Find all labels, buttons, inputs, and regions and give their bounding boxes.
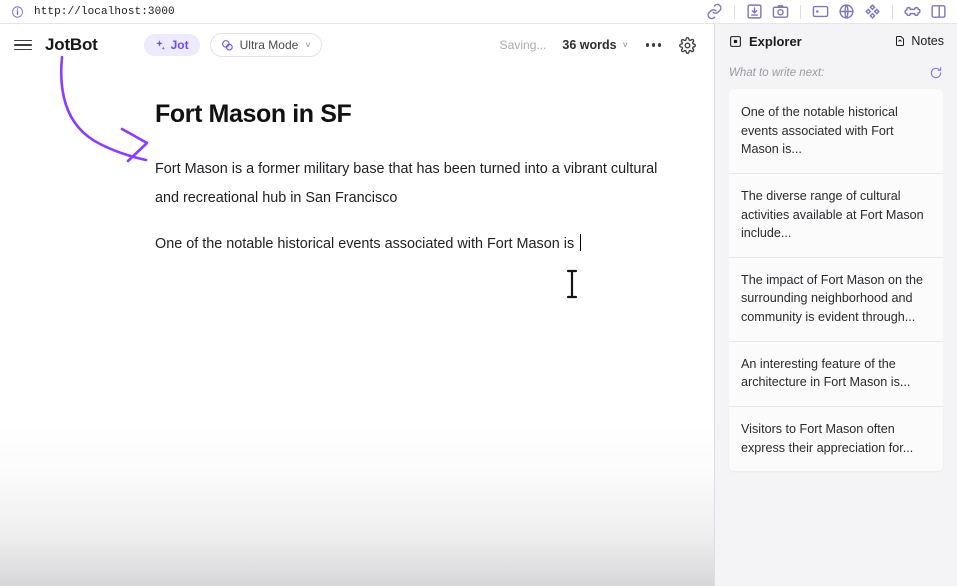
paragraph-2-text: One of the notable historical events ass… (155, 236, 579, 253)
explorer-header: Explorer Notes (715, 24, 957, 58)
mouse-ibeam-cursor (565, 268, 579, 300)
divider (734, 4, 735, 19)
word-count-button[interactable]: 36 words ˅ (562, 38, 627, 52)
window-icon[interactable] (812, 3, 829, 20)
jot-button[interactable]: Jot (143, 34, 200, 56)
sparkle-icon (153, 39, 166, 52)
list-item[interactable]: The diverse range of cultural activities… (729, 173, 943, 258)
url-text[interactable]: http://localhost:3000 (34, 6, 175, 18)
puzzle-icon[interactable] (904, 3, 921, 20)
list-item[interactable]: Visitors to Fort Mason often express the… (729, 406, 943, 472)
document-paragraph-1[interactable]: Fort Mason is a former military base tha… (155, 155, 658, 212)
document-editor[interactable]: Fort Mason in SF Fort Mason is a former … (0, 66, 714, 259)
browser-toolbar: ⓘ http://localhost:3000 (0, 0, 957, 24)
text-caret (580, 234, 582, 252)
app-shell: JotBot Jot Ultra Mode ˅ Saving... 36 wor… (0, 24, 957, 586)
ultra-mode-label: Ultra Mode (239, 38, 299, 52)
document-title[interactable]: Fort Mason in SF (155, 100, 658, 129)
ultra-mode-button[interactable]: Ultra Mode ˅ (209, 33, 322, 57)
app-header: JotBot Jot Ultra Mode ˅ Saving... 36 wor… (0, 24, 714, 66)
list-item[interactable]: One of the notable historical events ass… (729, 89, 943, 174)
info-icon[interactable]: ⓘ (11, 5, 24, 19)
saving-status: Saving... (499, 38, 547, 52)
header-right-group: Saving... 36 words ˅ (499, 36, 696, 54)
extension-icon-group (706, 3, 957, 20)
list-item[interactable]: An interesting feature of the architectu… (729, 341, 943, 407)
brand-logo[interactable]: JotBot (45, 35, 98, 55)
mode-button-group: Jot Ultra Mode ˅ (143, 33, 322, 57)
editor-pane: JotBot Jot Ultra Mode ˅ Saving... 36 wor… (0, 24, 714, 586)
document-paragraph-2[interactable]: One of the notable historical events ass… (155, 230, 658, 259)
ellipsis-icon[interactable] (644, 39, 663, 50)
explorer-title: Explorer (749, 33, 802, 49)
shapes-icon (221, 39, 234, 52)
hamburger-menu-icon[interactable] (14, 36, 32, 54)
explorer-panel-icon (729, 35, 742, 48)
suggestions-subheader: What to write next: (715, 58, 957, 89)
save-image-icon[interactable] (746, 3, 763, 20)
divider (892, 4, 893, 19)
globe-icon[interactable] (838, 3, 855, 20)
explorer-title-group: Explorer (729, 34, 802, 49)
suggestions-subheader-label: What to write next: (729, 67, 825, 79)
address-bar[interactable]: ⓘ http://localhost:3000 (0, 5, 175, 19)
gear-icon[interactable] (679, 36, 696, 54)
divider (800, 4, 801, 19)
sidebar-panel-icon[interactable] (930, 3, 947, 20)
link-icon[interactable] (706, 3, 723, 20)
explorer-sidebar: Explorer Notes What to write next: One o… (714, 24, 957, 586)
word-count-label: 36 words (562, 38, 617, 52)
notes-button-label: Notes (911, 34, 944, 48)
refresh-icon[interactable] (929, 66, 943, 80)
suggestion-card-list: One of the notable historical events ass… (715, 89, 957, 472)
list-item[interactable]: The impact of Fort Mason on the surround… (729, 257, 943, 342)
note-file-icon (894, 35, 906, 47)
chevron-down-icon: ˅ (305, 40, 311, 50)
jot-button-label: Jot (170, 38, 189, 52)
chevron-down-icon: ˅ (622, 40, 628, 50)
notes-button[interactable]: Notes (894, 34, 944, 48)
camera-icon[interactable] (772, 3, 789, 20)
target-icon[interactable] (864, 3, 881, 20)
